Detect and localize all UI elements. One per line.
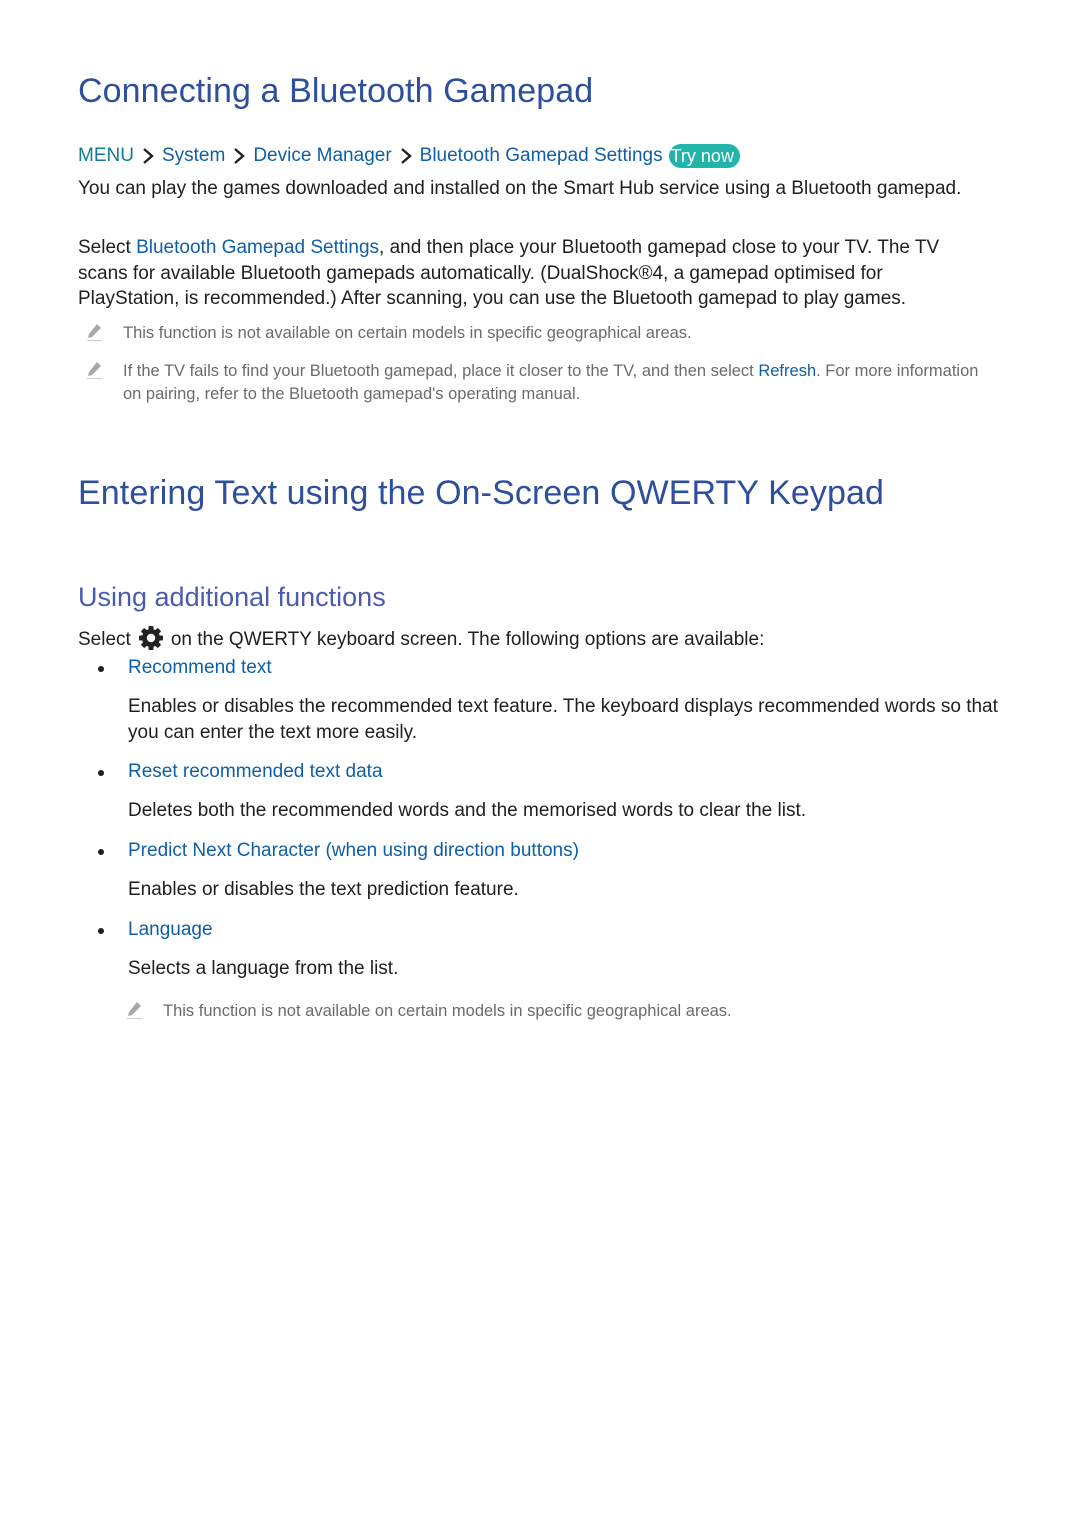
note-text: This function is not available on certai… (163, 1002, 732, 1020)
section-title-bluetooth-gamepad: Connecting a Bluetooth Gamepad (78, 72, 594, 110)
bluetooth-gamepad-settings-link[interactable]: Bluetooth Gamepad Settings (136, 237, 379, 258)
select-instruction: Select on the QWERTY keyboard screen. Th… (78, 626, 764, 654)
option-language: Language (98, 919, 213, 941)
select-suffix: on the QWERTY keyboard screen. The follo… (170, 629, 765, 650)
bullet-dot (98, 928, 104, 934)
option-description: Enables or disables the recommended text… (128, 696, 998, 743)
note-availability-keypad: This function is not available on certai… (118, 1000, 998, 1023)
note-refresh: If the TV fails to find your Bluetooth g… (78, 360, 998, 406)
note-text: This function is not available on certai… (123, 324, 692, 342)
note-availability: This function is not available on certai… (78, 322, 998, 345)
option-label[interactable]: Language (128, 919, 213, 940)
option-recommend-text: Recommend text (98, 657, 272, 679)
option-description: Selects a language from the list. (128, 958, 399, 979)
subsection-title-additional-functions: Using additional functions (78, 582, 386, 612)
breadcrumb-bluetooth-gamepad-settings[interactable]: Bluetooth Gamepad Settings (420, 145, 663, 167)
settings-gear-icon (137, 624, 165, 652)
bullet-dot (98, 770, 104, 776)
option-label[interactable]: Predict Next Character (when using direc… (128, 840, 579, 861)
pencil-note-icon (84, 360, 104, 380)
try-now-button[interactable]: Try now (668, 144, 740, 168)
breadcrumb-system[interactable]: System (162, 145, 225, 167)
option-predict-next-character: Predict Next Character (when using direc… (98, 840, 579, 862)
breadcrumb-device-manager[interactable]: Device Manager (253, 145, 391, 167)
instructions-paragraph: Select Bluetooth Gamepad Settings, and t… (78, 235, 988, 312)
option-label[interactable]: Recommend text (128, 657, 272, 678)
option-reset-recommended-text-data: Reset recommended text data (98, 761, 383, 783)
pencil-note-icon (124, 1000, 144, 1020)
note-text: If the TV fails to find your Bluetooth g… (123, 360, 998, 406)
chevron-right-icon (138, 146, 158, 166)
pencil-note-icon (84, 322, 104, 342)
select-prefix: Select (78, 629, 131, 650)
breadcrumb-menu[interactable]: MENU (78, 145, 134, 167)
option-description: Deletes both the recommended words and t… (128, 800, 806, 821)
section-title-qwerty-keypad: Entering Text using the On-Screen QWERTY… (78, 474, 885, 512)
bullet-dot (98, 849, 104, 855)
note-prefix: If the TV fails to find your Bluetooth g… (123, 362, 759, 380)
instructions-prefix: Select (78, 237, 137, 258)
option-label[interactable]: Reset recommended text data (128, 761, 383, 782)
chevron-right-icon (229, 146, 249, 166)
intro-paragraph: You can play the games downloaded and in… (78, 178, 962, 199)
breadcrumb: MENU System Device Manager Bluetooth Gam… (78, 144, 740, 168)
refresh-link[interactable]: Refresh (758, 362, 816, 380)
option-description: Enables or disables the text prediction … (128, 879, 519, 900)
chevron-right-icon (396, 146, 416, 166)
bullet-dot (98, 666, 104, 672)
